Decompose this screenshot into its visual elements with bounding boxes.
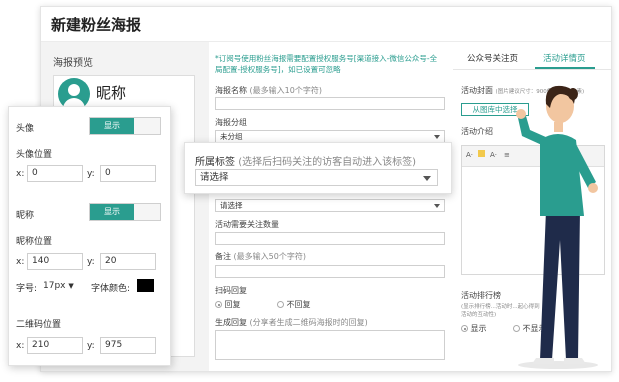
gen-reply-label: 生成回复 (分享者生成二维码海报时的回复) <box>215 318 368 327</box>
remark-input[interactable] <box>215 265 445 278</box>
tag-label: 所属标签 (选择后扫码关注的访客自动进入该标签) <box>195 157 416 168</box>
qr-x-label: x: <box>16 341 25 351</box>
nickname-position-label: 昵称位置 <box>16 237 53 247</box>
intro-label: 活动介绍 <box>461 127 493 136</box>
page-title: 新建粉丝海报 <box>51 16 142 34</box>
font-size-select[interactable]: 17px ▼ <box>43 281 74 291</box>
avatar-y-label: y: <box>87 169 95 179</box>
chevron-down-icon <box>434 135 440 139</box>
avatar-y-input[interactable]: 0 <box>100 165 156 182</box>
avatar-x-label: x: <box>16 169 25 179</box>
scan-reply-option-none[interactable]: 不回复 <box>277 299 311 310</box>
tag-select[interactable]: 请选择 <box>195 169 438 186</box>
nickname-toggle[interactable]: 显示 <box>89 203 161 221</box>
poster-name-label: 海报名称 (最多输入10个字符) <box>215 86 322 95</box>
qr-x-input[interactable]: 210 <box>27 337 83 354</box>
avatar-x-input[interactable]: 0 <box>27 165 83 182</box>
chevron-down-icon <box>423 176 431 181</box>
tag-popup: 所属标签 (选择后扫码关注的访客自动进入该标签) 请选择 <box>184 142 452 194</box>
radio-selected-icon <box>461 325 468 332</box>
scan-reply-option-reply[interactable]: 回复 <box>215 299 241 310</box>
qr-position-label: 二维码位置 <box>16 320 62 330</box>
poster-group-label: 海报分组 <box>215 118 247 127</box>
avatar-toggle[interactable]: 显示 <box>89 117 161 135</box>
radio-selected-icon <box>215 301 222 308</box>
preview-title: 海报预览 <box>53 58 93 69</box>
avatar-position-label: 头像位置 <box>16 150 53 160</box>
secondary-select[interactable]: 请选择 <box>215 199 445 212</box>
nickname-x-label: x: <box>16 257 25 267</box>
rank-option-show[interactable]: 显示 <box>461 323 487 334</box>
rank-label: 活动排行榜 <box>461 291 501 300</box>
follow-count-input[interactable] <box>215 232 445 245</box>
preview-nickname[interactable]: 昵称 <box>96 82 126 103</box>
font-size-label: 字号: <box>16 284 38 294</box>
qr-y-label: y: <box>87 341 95 351</box>
right-tabs: 公众号关注页 活动详情页 <box>453 52 611 69</box>
font-color-swatch[interactable] <box>137 279 154 292</box>
nickname-x-input[interactable]: 140 <box>27 253 83 270</box>
gen-reply-textarea[interactable] <box>215 330 445 360</box>
avatar-label: 头像 <box>16 124 35 134</box>
nickname-y-input[interactable]: 20 <box>100 253 156 270</box>
element-settings-panel: 头像 显示 头像位置 x: 0 y: 0 昵称 显示 昵称位置 x: 140 y… <box>8 106 171 366</box>
nickname-label: 昵称 <box>16 211 35 221</box>
qr-y-input[interactable]: 975 <box>100 337 156 354</box>
tab-activity-detail[interactable]: 活动详情页 <box>543 52 586 64</box>
chevron-down-icon: ▼ <box>68 282 74 290</box>
follow-count-label: 活动需要关注数量 <box>215 220 279 229</box>
poster-name-input[interactable] <box>215 97 445 110</box>
nickname-y-label: y: <box>87 257 95 267</box>
chevron-down-icon <box>434 204 440 208</box>
font-format-icon: A· <box>466 151 474 159</box>
highlight-icon <box>478 150 485 157</box>
tab-official-account[interactable]: 公众号关注页 <box>467 52 518 64</box>
remark-label: 备注 (最多输入50个字符) <box>215 252 306 261</box>
font-color-label: 字体颜色: <box>91 284 131 294</box>
scan-reply-label: 扫码回复 <box>215 286 247 295</box>
font-color-icon: A· <box>490 151 498 159</box>
person-illustration <box>516 85 598 369</box>
radio-icon <box>277 301 284 308</box>
service-account-notice: *订阅号使用粉丝海报需要配置授权服务号[渠道接入-微信公众号-全局配置-授权服务… <box>215 54 438 74</box>
